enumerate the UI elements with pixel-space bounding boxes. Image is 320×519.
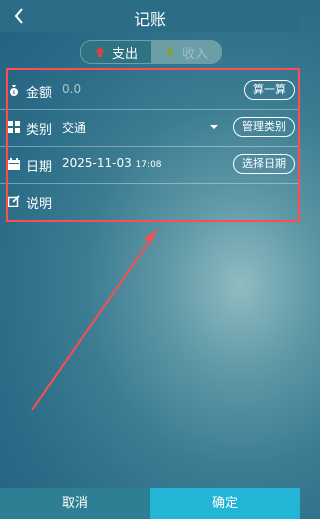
select-date-button[interactable]: 选择日期	[233, 154, 295, 174]
caret-down-icon[interactable]	[210, 125, 218, 129]
arrow-down-icon	[164, 47, 175, 57]
type-toggle: 支出 收入	[80, 40, 222, 64]
cancel-button[interactable]: 取消	[0, 488, 150, 519]
confirm-button[interactable]: 确定	[150, 488, 300, 519]
category-label: 类别	[26, 123, 53, 138]
note-label: 说明	[26, 197, 53, 212]
page-title: 记账	[133, 10, 166, 29]
category-row[interactable]: 类别 交通 管理类别	[0, 109, 300, 147]
grid-icon	[8, 121, 20, 133]
arrow-up-icon	[94, 47, 105, 57]
tab-expense[interactable]: 支出	[81, 41, 151, 63]
tab-expense-label: 支出	[111, 46, 138, 62]
manage-category-button[interactable]: 管理类别	[233, 117, 295, 137]
calculate-button[interactable]: 算一算	[244, 80, 295, 100]
amount-input[interactable]: 0.0	[62, 82, 81, 96]
header-bar: 记账	[0, 0, 300, 32]
svg-text:$: $	[12, 90, 15, 96]
tab-income-label: 收入	[181, 46, 208, 62]
footer-bar: 取消 确定	[0, 488, 300, 519]
date-label: 日期	[26, 160, 53, 175]
note-row[interactable]: 说明	[0, 183, 300, 220]
date-value[interactable]: 2025-11-03 17:08	[62, 156, 162, 170]
time-text: 17:08	[135, 160, 162, 170]
money-bag-icon: $	[10, 85, 18, 96]
amount-row[interactable]: $ 金额 0.0 算一算	[0, 72, 300, 110]
amount-label: 金额	[26, 86, 53, 101]
edit-icon	[8, 195, 20, 207]
date-row[interactable]: 日期 2025-11-03 17:08 选择日期	[0, 146, 300, 184]
date-text: 2025-11-03	[62, 156, 132, 170]
entry-form: $ 金额 0.0 算一算 类别 交通 管理类别 日期 2025-11-03 17…	[0, 72, 300, 222]
tab-income[interactable]: 收入	[151, 41, 221, 63]
calendar-icon	[8, 158, 20, 170]
category-select[interactable]: 交通	[62, 119, 86, 136]
